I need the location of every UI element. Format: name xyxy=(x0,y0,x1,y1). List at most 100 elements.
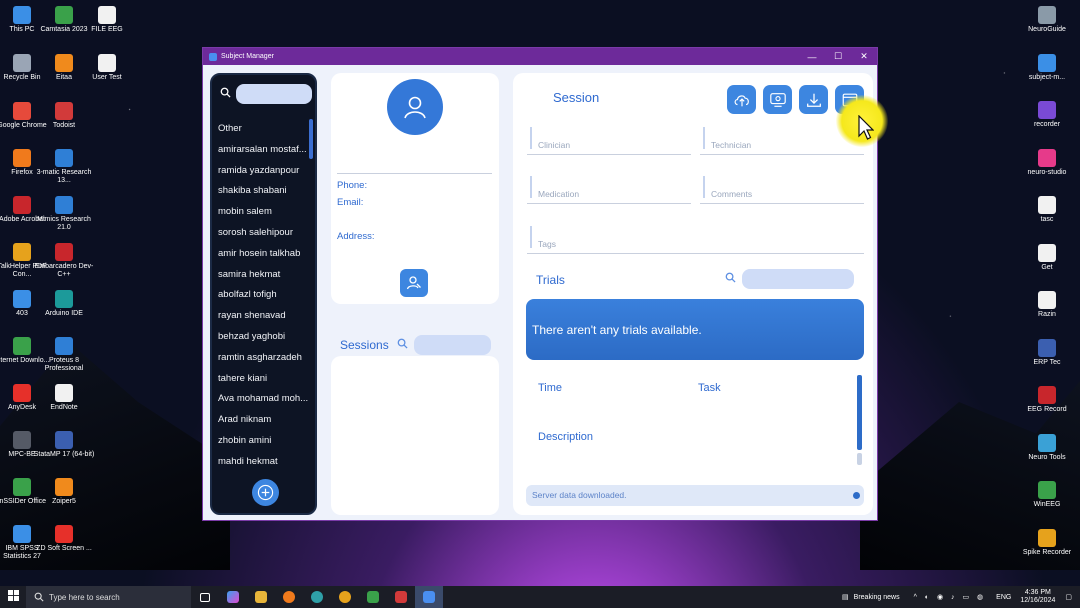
field-accent xyxy=(703,127,705,149)
email-label: Email: xyxy=(337,197,364,208)
tray-icons[interactable]: ^ ◐ ◉ ♪ ▭ ◍ xyxy=(914,593,987,601)
desktop-icon[interactable]: Spike Recorder xyxy=(1016,528,1078,557)
clinician-field[interactable]: Clinician xyxy=(527,125,691,155)
app-icon xyxy=(13,525,31,543)
download-button[interactable] xyxy=(799,85,828,114)
subject-list-item[interactable]: behzad yaghobi xyxy=(218,327,310,348)
sessions-search-input[interactable] xyxy=(413,335,491,355)
app-icon xyxy=(13,431,31,449)
taskbar-app-edge[interactable] xyxy=(303,586,331,608)
copilot-icon xyxy=(227,591,239,603)
clock[interactable]: 4:36 PM 12/16/2024 xyxy=(1020,589,1055,605)
desktop-icon[interactable]: Arduino IDE xyxy=(33,290,95,318)
subject-list-item[interactable]: Arad niknam xyxy=(218,410,310,431)
desktop-icon[interactable]: User Test xyxy=(76,54,138,82)
desktop-icon[interactable]: FILE EEG xyxy=(76,6,138,34)
subject-list-item[interactable]: abolfazl tofigh xyxy=(218,285,310,306)
desktop-icon[interactable]: Get xyxy=(1016,243,1078,272)
language-indicator[interactable]: ENG xyxy=(996,594,1011,601)
desktop-icon[interactable]: ERP Tec xyxy=(1016,338,1078,367)
mouse-cursor-icon xyxy=(858,115,874,140)
news-icon[interactable]: ▤ xyxy=(842,593,849,601)
subject-list-item[interactable]: sorosh salehipour xyxy=(218,223,310,244)
taskbar-app-subject-manager[interactable] xyxy=(415,586,443,608)
cloud-upload-icon xyxy=(734,94,749,106)
add-subject-button[interactable] xyxy=(252,479,279,506)
taskbar-search[interactable]: Type here to search xyxy=(26,586,191,608)
start-button[interactable] xyxy=(0,590,26,604)
window-titlebar[interactable]: Subject Manager — ☐ ✕ xyxy=(203,48,877,65)
desktop-icon[interactable]: EEG Record xyxy=(1016,386,1078,414)
subject-list-item[interactable]: mahdi hekmat xyxy=(218,452,310,473)
desktop-icon[interactable]: tasc xyxy=(1016,196,1078,224)
desktop-icon-label: Spike Recorder xyxy=(1022,548,1072,556)
desktop-icon[interactable]: NeuroGuide xyxy=(1016,6,1078,34)
close-button[interactable]: ✕ xyxy=(851,51,877,62)
trials-search-input[interactable] xyxy=(742,269,854,289)
desktop-icon-label: Mimics Research 21.0 xyxy=(37,216,91,231)
windows-icon xyxy=(7,590,19,601)
news-widget[interactable]: Breaking news xyxy=(854,594,900,601)
edge-icon xyxy=(311,591,323,603)
desktop-icon[interactable]: Neuro Tools xyxy=(1016,433,1078,462)
desktop-icon-label: 403 xyxy=(16,310,28,317)
desktop-icon[interactable]: WinEEG xyxy=(1016,481,1078,509)
notifications-icon[interactable]: ▢ xyxy=(1065,593,1072,601)
profile-divider xyxy=(337,173,492,174)
desktop-icon[interactable]: EndNote xyxy=(33,384,95,412)
desktop-icon[interactable]: StataMP 17 (64-bit) xyxy=(33,431,95,459)
trial-details-scrollbar[interactable] xyxy=(857,375,862,450)
subject-list-item[interactable]: samira hekmat xyxy=(218,265,310,286)
subject-list-item[interactable]: amirarsalan mostaf... xyxy=(218,140,310,161)
search-icon xyxy=(34,592,44,602)
taskbar-app-copilot[interactable] xyxy=(219,586,247,608)
subject-list-item[interactable]: Other xyxy=(218,119,310,140)
subject-list-item[interactable]: ramida yazdanpour xyxy=(218,161,310,182)
taskbar-app-recorder[interactable] xyxy=(387,586,415,608)
taskbar-app-firefox[interactable] xyxy=(275,586,303,608)
status-indicator xyxy=(853,492,860,499)
taskbar-app-chrome[interactable] xyxy=(331,586,359,608)
trial-details-scrollbar-track[interactable] xyxy=(857,453,862,465)
desktop-icon[interactable]: Embarcadero Dev-C++ xyxy=(33,243,95,279)
settings-button[interactable] xyxy=(763,85,792,114)
desktop-icon[interactable]: Proteus 8 Professional xyxy=(33,337,95,373)
tags-field[interactable]: Tags xyxy=(527,224,864,254)
subject-list-item[interactable]: Ava mohamad moh... xyxy=(218,389,310,410)
subject-list-item[interactable]: zhobin amini xyxy=(218,431,310,452)
edit-subject-button[interactable] xyxy=(400,269,428,297)
subject-list-item[interactable]: tahere kiani xyxy=(218,369,310,390)
desktop-icon-label: subject-m... xyxy=(1028,73,1066,81)
sessions-list xyxy=(331,356,499,515)
taskbar-app-explorer[interactable] xyxy=(247,586,275,608)
app-icon xyxy=(13,478,31,496)
desktop-icon-label: StataMP 17 (64-bit) xyxy=(33,451,95,458)
subject-list-item[interactable]: rayan shenavad xyxy=(218,306,310,327)
desktop-icon[interactable]: subject-m... xyxy=(1016,53,1078,82)
desktop-icon[interactable]: recorder xyxy=(1016,101,1078,129)
upload-button[interactable] xyxy=(727,85,756,114)
desktop-icon[interactable]: Zoiper5 xyxy=(33,478,95,506)
desktop-icon-label: neuro-studio xyxy=(1027,168,1067,176)
desktop-icon-label: Eitaa xyxy=(56,74,72,81)
desktop-icon[interactable]: neuro-studio xyxy=(1016,148,1078,177)
subject-list-item[interactable]: mobin salem xyxy=(218,202,310,223)
app-icon xyxy=(55,525,73,543)
subject-list-item[interactable]: ramtin asgharzadeh xyxy=(218,348,310,369)
subject-search-input[interactable] xyxy=(236,84,312,104)
subject-list-item[interactable]: amir hosein talkhab xyxy=(218,244,310,265)
desktop-icon[interactable]: Mimics Research 21.0 xyxy=(33,196,95,232)
taskbar-app-camtasia[interactable] xyxy=(359,586,387,608)
desktop-icon[interactable]: ZD Soft Screen ... xyxy=(33,525,95,553)
desktop-icon[interactable]: 3-matic Research 13... xyxy=(33,149,95,185)
minimize-button[interactable]: — xyxy=(799,52,825,62)
task-view-button[interactable] xyxy=(191,586,219,608)
medication-field[interactable]: Medication xyxy=(527,174,691,204)
comments-field[interactable]: Comments xyxy=(700,174,864,204)
maximize-button[interactable]: ☐ xyxy=(825,51,851,62)
desktop-icon[interactable]: Todoist xyxy=(33,102,95,130)
desktop-icon[interactable]: Razin xyxy=(1016,291,1078,319)
subject-list-scrollbar[interactable] xyxy=(309,119,313,159)
subject-list-item[interactable]: shakiba shabani xyxy=(218,181,310,202)
app-icon xyxy=(1038,528,1056,547)
